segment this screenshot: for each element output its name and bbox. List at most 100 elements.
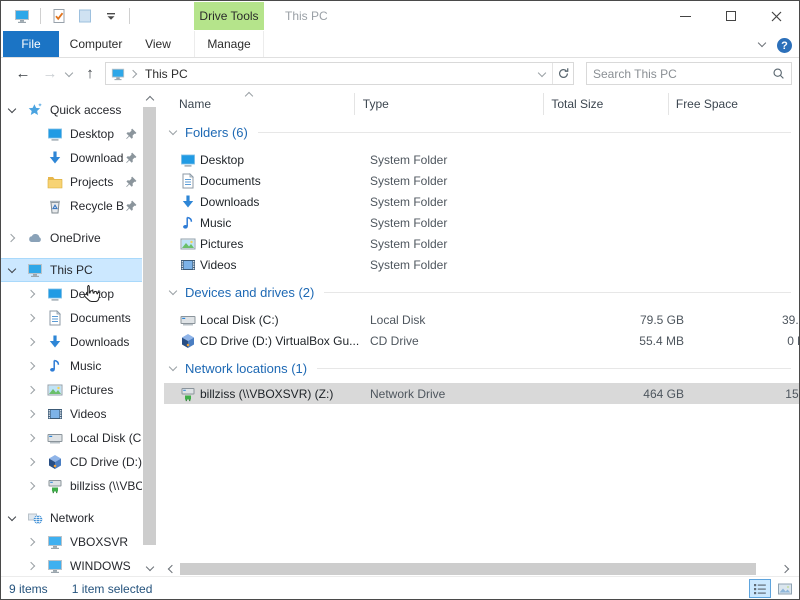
up-button[interactable]: ↑ [80,58,100,89]
sidebar-item-local-disk[interactable]: Local Disk (C:) [1,426,142,450]
sidebar-item-cd-drive[interactable]: CD Drive (D:) Vir [1,450,142,474]
group-header-devices[interactable]: Devices and drives (2) [164,279,800,305]
tab-computer[interactable]: Computer [61,31,131,57]
cd-drive-icon [180,333,196,349]
chevron-right-icon [27,561,37,571]
minimize-button[interactable] [663,1,708,31]
column-header-row: Name Type Total Size Free Space [164,89,800,119]
file-list-pane: Name Type Total Size Free Space Folders … [164,89,800,563]
chevron-right-icon [27,457,37,467]
tab-manage[interactable]: Manage [194,31,264,57]
sidebar-item-videos[interactable]: Videos [1,402,142,426]
title-bar: Drive Tools This PC [1,1,799,31]
network-icon [27,510,43,526]
maximize-button[interactable] [708,1,753,31]
sidebar-item-downloads[interactable]: Downloads [1,330,142,354]
sidebar-item-music[interactable]: Music [1,354,142,378]
column-header-name[interactable]: Name [164,93,355,115]
recent-locations-caret[interactable] [61,58,77,89]
large-icons-view-button[interactable] [774,579,796,598]
file-row-videos[interactable]: Videos System Folder [164,254,800,275]
sidebar-item-onedrive[interactable]: OneDrive [1,226,142,250]
search-box[interactable] [586,62,792,85]
group-header-network-locations[interactable]: Network locations (1) [164,355,800,381]
close-button[interactable] [754,1,799,31]
scroll-left-arrow[interactable] [166,564,176,574]
chevron-down-icon [168,127,178,137]
sidebar-item-this-pc[interactable]: This PC [1,258,142,282]
network-drive-icon [47,478,63,494]
back-button[interactable]: ← [11,58,35,89]
pin-icon [124,175,138,189]
group-header-folders[interactable]: Folders (6) [164,119,800,145]
videos-icon [180,257,196,273]
scrollbar-thumb[interactable] [180,563,756,575]
address-bar[interactable]: This PC [105,62,574,85]
chevron-down-icon [7,265,17,275]
chevron-right-icon [27,337,37,347]
file-row-downloads[interactable]: Downloads System Folder [164,191,800,212]
this-pc-icon[interactable] [11,5,33,27]
chevron-right-icon [27,289,37,299]
this-pc-icon [14,8,30,24]
network-drive-icon [180,386,196,402]
close-icon [771,11,782,22]
documents-icon [180,173,196,189]
quick-access-toolbar [11,1,133,31]
new-item-button[interactable] [74,5,96,27]
downloads-icon [47,334,63,350]
scroll-up-arrow[interactable] [145,93,155,103]
caption-buttons [663,1,799,31]
file-row-music[interactable]: Music System Folder [164,212,800,233]
sidebar-item-billziss[interactable]: billziss (\\VBOXS [1,474,142,498]
file-row-local-disk[interactable]: Local Disk (C:) Local Disk 79.5 GB 39.6 … [164,309,800,330]
file-row-billziss-selected[interactable]: billziss (\\VBOXSVR) (Z:) Network Drive … [164,383,800,404]
breadcrumb[interactable]: This PC [145,67,188,81]
sidebar-item-quick-access[interactable]: Quick access [1,98,142,122]
search-input[interactable] [593,67,772,81]
address-dropdown-caret[interactable] [532,69,552,79]
scroll-right-arrow[interactable] [781,564,791,574]
status-bar: 9 items 1 item selected [1,576,799,600]
chevron-right-icon [27,433,37,443]
scrollbar-thumb[interactable] [143,107,156,545]
customize-quick-access-button[interactable] [100,5,122,27]
sidebar-item-desktop-pinned[interactable]: Desktop [1,122,142,146]
music-icon [180,215,196,231]
sidebar-item-recycle-bin-pinned[interactable]: Recycle Bin [1,194,142,218]
group-divider [317,368,791,369]
breadcrumb-chevron-icon[interactable] [129,69,139,79]
selection-count: 1 item selected [72,582,153,596]
sidebar-item-projects-pinned[interactable]: Projects [1,170,142,194]
documents-icon [47,310,63,326]
column-header-type[interactable]: Type [355,93,545,115]
help-button[interactable]: ? [777,38,792,53]
minimize-ribbon-button[interactable] [757,39,767,49]
properties-button[interactable] [48,5,70,27]
sidebar-item-downloads-pinned[interactable]: Downloads [1,146,142,170]
tab-file[interactable]: File [3,31,59,57]
file-row-pictures[interactable]: Pictures System Folder [164,233,800,254]
desktop-icon [180,152,196,168]
window-title: This PC [285,9,328,23]
file-row-desktop[interactable]: Desktop System Folder [164,149,800,170]
scroll-down-arrow[interactable] [145,563,155,573]
horizontal-scrollbar[interactable] [164,563,800,575]
column-header-total-size[interactable]: Total Size [544,93,669,115]
sidebar-scrollbar[interactable] [142,91,158,575]
sidebar-item-network[interactable]: Network [1,506,142,530]
sidebar-item-windows[interactable]: WINDOWS [1,554,142,576]
sidebar-item-pictures[interactable]: Pictures [1,378,142,402]
chevron-down-icon [7,105,17,115]
sidebar-item-documents[interactable]: Documents [1,306,142,330]
column-header-free-space[interactable]: Free Space [669,93,800,115]
file-row-documents[interactable]: Documents System Folder [164,170,800,191]
tab-view[interactable]: View [133,31,183,57]
refresh-button[interactable] [552,63,573,84]
sidebar-item-desktop[interactable]: Desktop [1,282,142,306]
forward-button[interactable]: → [39,58,61,89]
file-row-cd-drive[interactable]: CD Drive (D:) VirtualBox Gu... CD Drive … [164,330,800,351]
details-view-button[interactable] [749,579,771,598]
pin-icon [124,199,138,213]
sidebar-item-vboxsvr[interactable]: VBOXSVR [1,530,142,554]
